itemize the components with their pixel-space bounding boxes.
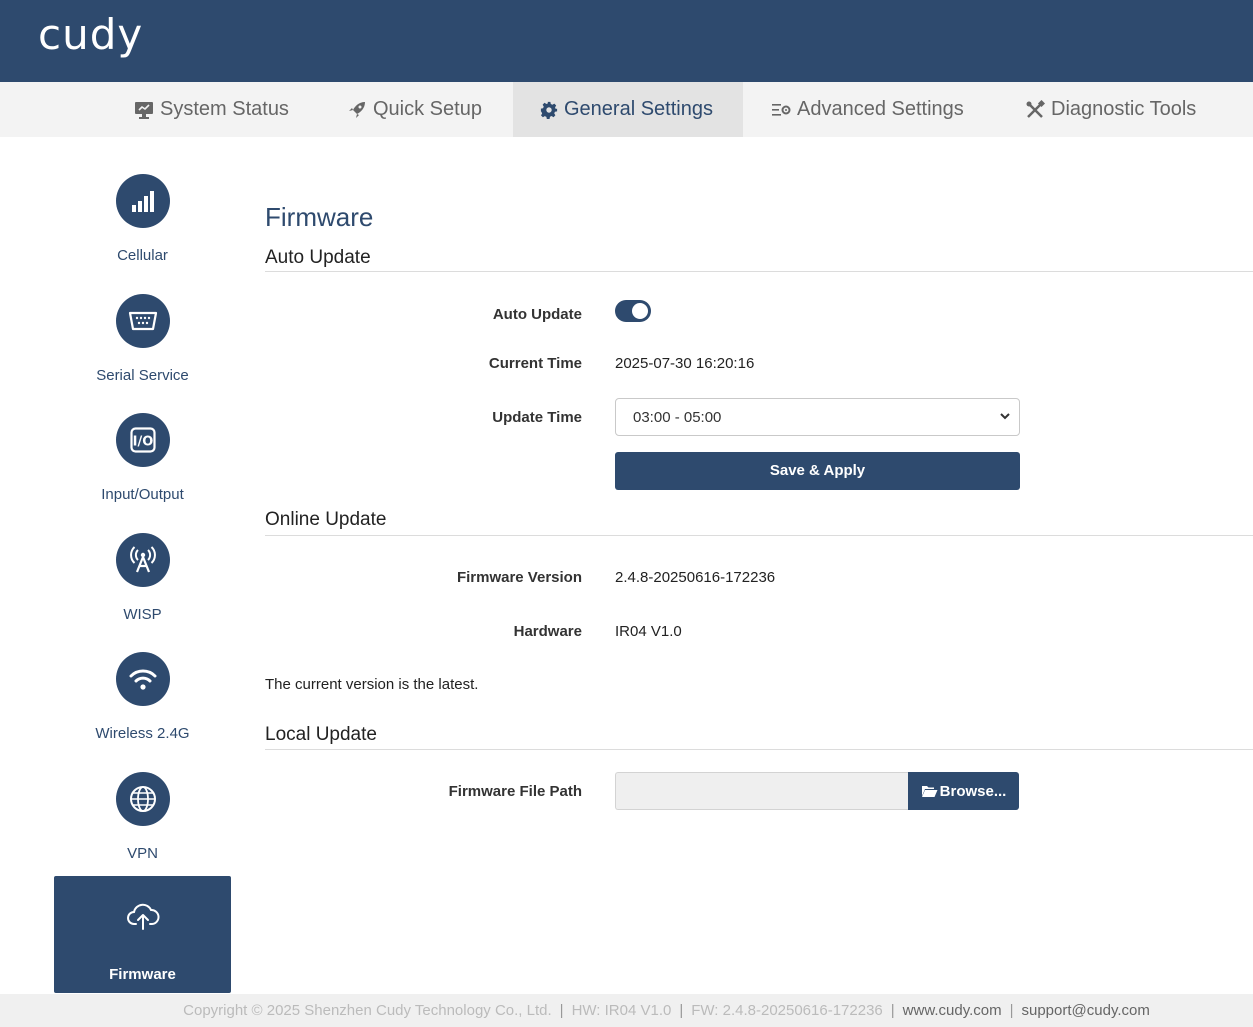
sidebar-item-firmware[interactable]: Firmware — [54, 876, 231, 993]
sidebar-item-cellular[interactable]: Cellular — [54, 174, 231, 264]
sidebar-item-serial-service[interactable]: Serial Service — [54, 294, 231, 384]
monitor-icon — [135, 101, 153, 119]
section-title-local-update: Local Update — [265, 724, 377, 745]
footer-email-link[interactable]: support@cudy.com — [1022, 1002, 1150, 1019]
update-time-label: Update Time — [492, 409, 582, 426]
nav-label: System Status — [160, 98, 289, 120]
sidebar-item-wireless-24g[interactable]: Wireless 2.4G — [54, 652, 231, 742]
sidebar-item-label: Serial Service — [96, 367, 189, 384]
sidebar-item-label: Input/Output — [101, 486, 184, 503]
firmware-file-path-input[interactable] — [615, 772, 909, 810]
nav-system-status[interactable]: System Status — [134, 82, 289, 137]
sidebar-item-vpn[interactable]: VPN — [54, 772, 231, 862]
cloud-upload-icon — [116, 890, 170, 944]
update-time-selected: 03:00 - 05:00 — [633, 409, 722, 426]
nav-advanced-settings[interactable]: Advanced Settings — [771, 82, 964, 137]
wifi-icon — [115, 652, 170, 706]
gear-icon — [540, 101, 558, 119]
firmware-version-value: 2.4.8-20250616-172236 — [615, 569, 776, 586]
footer-website-link[interactable]: www.cudy.com — [903, 1002, 1002, 1019]
page-title: Firmware — [265, 202, 374, 232]
footer-hw: HW: IR04 V1.0 — [571, 1002, 672, 1019]
nav-label: Advanced Settings — [797, 98, 964, 120]
nav-label: General Settings — [564, 98, 713, 120]
hardware-label: Hardware — [513, 623, 582, 640]
nav-label: Quick Setup — [373, 98, 482, 120]
footer-separator: | — [1009, 1002, 1014, 1019]
sidebar-item-wisp[interactable]: WISP — [54, 533, 231, 623]
footer: Copyright © 2025 Shenzhen Cudy Technolog… — [0, 994, 1253, 1027]
signal-bars-icon — [115, 174, 170, 228]
section-divider — [265, 749, 1253, 750]
chevron-down-icon — [1000, 413, 1010, 420]
footer-fw: FW: 2.4.8-20250616-172236 — [691, 1002, 883, 1019]
toggle-knob — [632, 303, 648, 319]
firmware-file-path-label: Firmware File Path — [448, 783, 582, 800]
section-title-auto-update: Auto Update — [265, 247, 371, 268]
tools-icon — [1026, 99, 1045, 118]
nav-general-settings[interactable]: General Settings — [513, 82, 743, 137]
main-nav: System Status Quick Setup General Settin… — [0, 82, 1253, 137]
sidebar-item-label: VPN — [127, 845, 158, 862]
sidebar-item-label: Firmware — [109, 966, 176, 983]
section-title-online-update: Online Update — [265, 509, 387, 530]
current-time-label: Current Time — [488, 355, 582, 372]
sidebar-item-label: Cellular — [117, 247, 168, 264]
update-time-select[interactable]: 03:00 - 05:00 — [615, 398, 1020, 436]
footer-separator: | — [890, 1002, 895, 1019]
sidebar-item-label: Wireless 2.4G — [95, 725, 190, 742]
folder-open-icon — [921, 786, 938, 797]
nav-quick-setup[interactable]: Quick Setup — [347, 82, 482, 137]
io-icon: I/O — [115, 413, 170, 467]
footer-separator: | — [559, 1002, 564, 1019]
antenna-icon — [115, 533, 170, 587]
section-divider — [265, 535, 1253, 536]
cudy-logo[interactable]: cudy — [38, 10, 143, 59]
sidebar-item-label: WISP — [123, 606, 162, 623]
top-header: cudy — [0, 0, 1253, 82]
nav-label: Diagnostic Tools — [1051, 98, 1197, 120]
firmware-version-label: Firmware Version — [456, 569, 582, 586]
current-time-value: 2025-07-30 16:20:16 — [615, 355, 755, 372]
svg-text:I/O: I/O — [132, 435, 153, 450]
browse-button-label: Browse... — [939, 782, 1007, 800]
nav-diagnostic-tools[interactable]: Diagnostic Tools — [1025, 82, 1196, 137]
rocket-icon — [349, 101, 365, 118]
sidebar-item-input-output[interactable]: I/O Input/Output — [54, 413, 231, 503]
update-status-note: The current version is the latest. — [265, 676, 479, 693]
section-divider — [265, 271, 1253, 272]
auto-update-toggle[interactable] — [615, 300, 651, 322]
footer-copyright: Copyright © 2025 Shenzhen Cudy Technolog… — [183, 1002, 552, 1019]
footer-separator: | — [679, 1002, 684, 1019]
serial-port-icon — [115, 294, 170, 348]
auto-update-label: Auto Update — [492, 306, 582, 323]
browse-button[interactable]: Browse... — [908, 772, 1019, 810]
hardware-value: IR04 V1.0 — [615, 623, 682, 640]
save-apply-button[interactable]: Save & Apply — [615, 452, 1020, 490]
advanced-settings-icon — [772, 103, 791, 116]
globe-icon — [115, 772, 170, 826]
